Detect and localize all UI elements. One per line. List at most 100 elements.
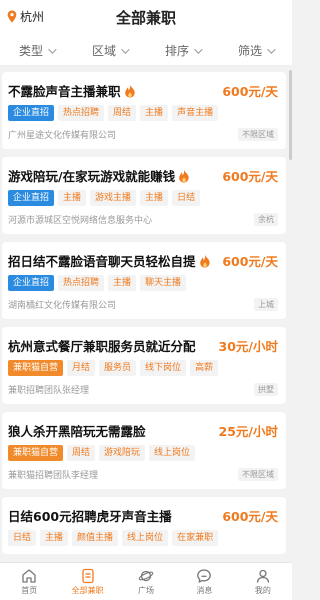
job-footer: 兼职猫招聘团队李经理 不限区域 [8, 467, 278, 481]
top-header: 杭州 全部兼职 [0, 0, 292, 36]
job-tag: 主播 [140, 190, 169, 206]
job-pay: 25元/小时 [218, 424, 278, 439]
job-tag: 兼职猫自营 [8, 445, 64, 461]
job-tag: 声音主播 [172, 105, 219, 121]
chevron-down-icon [267, 44, 276, 54]
job-tag: 主播 [108, 275, 137, 291]
job-card[interactable]: 游戏陪玩/在家玩游戏就能赚钱 600元/天 企业直招 主播 游戏主播 主播 日结 河源市源城区… [2, 157, 286, 234]
area-badge: 余杭 [254, 212, 278, 226]
job-tag: 兼职猫自营 [8, 360, 64, 376]
tab-label: 全部兼职 [71, 585, 104, 595]
bottom-tab-bar: 首页 全部兼职 广场 消息 我的 [0, 562, 292, 600]
job-title: 不露脸声音主播兼职 [8, 83, 121, 99]
filter-more[interactable]: 筛选 [219, 36, 292, 65]
filter-sort[interactable]: 排序 [146, 36, 219, 65]
home-icon [21, 568, 37, 584]
chat-icon [196, 568, 212, 584]
area-badge: 不限区域 [238, 467, 278, 481]
job-tags: 企业直招 热点招聘 周结 主播 声音主播 [8, 105, 278, 121]
tab-user[interactable]: 我的 [234, 563, 292, 600]
job-tag: 聊天主播 [140, 275, 187, 291]
document-icon [80, 568, 96, 584]
filter-label: 区域 [91, 44, 116, 58]
area-badge: 拱墅 [254, 382, 278, 396]
page-title: 全部兼职 [115, 9, 176, 27]
company-name: 河源市源城区空悦网络信息服务中心 [8, 215, 153, 226]
area-badge: 不限区域 [238, 127, 278, 141]
job-card[interactable]: 狼人杀开黑陪玩无需露脸 25元/小时兼职猫自营 周结 游戏陪玩 线上岗位兼职猫招聘团队李… [2, 412, 286, 489]
job-tag: 主播 [40, 530, 69, 546]
tab-chat[interactable]: 消息 [175, 563, 233, 600]
job-pay: 600元/天 [222, 254, 278, 269]
tab-label: 广场 [138, 585, 155, 595]
job-tag: 企业直招 [8, 275, 55, 291]
job-tags: 企业直招 主播 游戏主播 主播 日结 [8, 190, 278, 206]
job-tag: 主播 [140, 105, 169, 121]
tab-planet[interactable]: 广场 [117, 563, 175, 600]
job-tags: 日结 主播 颜值主播 线上岗位 在家兼职 [8, 530, 278, 546]
job-pay: 600元/天 [222, 509, 278, 524]
job-pay: 30元/小时 [218, 339, 278, 354]
job-tag: 游戏陪玩 [99, 445, 146, 461]
chevron-down-icon [121, 44, 130, 54]
company-name: 湖南橘红文化传媒有限公司 [8, 300, 117, 311]
chevron-down-icon [48, 44, 57, 54]
job-tag: 月结 [67, 360, 96, 376]
job-tag: 颜值主播 [72, 530, 119, 546]
job-tag: 线上岗位 [149, 445, 196, 461]
job-title: 杭州意式餐厅兼职服务员就近分配 [8, 338, 196, 354]
job-tag: 周结 [108, 105, 137, 121]
job-pay: 600元/天 [222, 84, 278, 99]
job-pay: 600元/天 [222, 169, 278, 184]
fire-icon [124, 83, 136, 98]
company-name: 广州星途文化传媒有限公司 [8, 130, 117, 141]
job-tag: 游戏主播 [90, 190, 137, 206]
job-tag: 服务员 [99, 360, 137, 376]
tab-document[interactable]: 全部兼职 [58, 563, 116, 600]
job-footer: 兼职招聘团队张经理 拱墅 [8, 382, 278, 396]
tab-label: 消息 [196, 585, 213, 595]
tab-label: 我的 [254, 585, 271, 595]
filter-bar: 类型 区域 排序 筛选 [0, 36, 292, 66]
job-tag: 线上岗位 [122, 530, 169, 546]
job-card[interactable]: 不露脸声音主播兼职 600元/天 企业直招 热点招聘 周结 主播 声音主播 广州星途文化传媒有… [2, 72, 286, 149]
fire-icon [199, 253, 211, 268]
job-title: 日结600元招聘虎牙声音主播 [8, 508, 172, 524]
filter-area[interactable]: 区域 [73, 36, 146, 65]
job-tag: 热点招聘 [58, 275, 105, 291]
app-screen: 杭州 全部兼职 类型 区域 排序 筛选 不露脸声音主播兼职 600元/天 企业直招热… [0, 0, 292, 600]
job-tag: 企业直招 [8, 105, 55, 121]
chevron-down-icon [194, 44, 203, 54]
filter-label: 筛选 [237, 44, 262, 58]
job-title: 游戏陪玩/在家玩游戏就能赚钱 [8, 168, 176, 184]
filter-type[interactable]: 类型 [0, 36, 73, 65]
fire-icon [178, 168, 190, 183]
job-tag: 热点招聘 [58, 105, 105, 121]
tab-label: 首页 [21, 585, 38, 595]
filter-label: 类型 [18, 44, 43, 58]
job-title: 招日结不露脸语音聊天员轻松自提 [8, 253, 196, 269]
job-footer: 湖南橘红文化传媒有限公司 上城 [8, 297, 278, 311]
job-list: 不露脸声音主播兼职 600元/天 企业直招 热点招聘 周结 主播 声音主播 广州星途文化传媒有… [0, 72, 292, 562]
job-tag: 在家兼职 [172, 530, 219, 546]
job-tag: 周结 [67, 445, 96, 461]
filter-label: 排序 [164, 44, 189, 58]
user-icon [255, 568, 271, 584]
job-card[interactable]: 招日结不露脸语音聊天员轻松自提 600元/天企业直招 热点招聘 主播 聊天主播湖南橘红文… [2, 242, 286, 319]
job-tag: 企业直招 [8, 190, 55, 206]
company-name: 兼职招聘团队张经理 [8, 385, 90, 396]
job-card[interactable]: 杭州意式餐厅兼职服务员就近分配 30元/小时 兼职猫自营 月结 服务员 线下岗位 高薪 兼职招… [2, 327, 286, 404]
job-footer: 广州星途文化传媒有限公司 不限区域 [8, 127, 278, 141]
job-title: 狼人杀开黑陪玩无需露脸 [8, 423, 146, 439]
job-card[interactable]: 日结600元招聘虎牙声音主播 600元/天 日结 主播 颜值主播 线上岗位 在家兼职 [2, 497, 286, 554]
company-name: 兼职猫招聘团队李经理 [8, 470, 99, 481]
job-tag: 主播 [58, 190, 87, 206]
planet-icon [138, 568, 154, 584]
scrollbar[interactable] [289, 70, 292, 160]
job-footer: 河源市源城区空悦网络信息服务中心 余杭 [8, 212, 278, 226]
job-tag: 日结 [172, 190, 201, 206]
area-badge: 上城 [254, 297, 278, 311]
job-tag: 线下岗位 [140, 360, 187, 376]
job-tags: 兼职猫自营 月结 服务员 线下岗位 高薪 [8, 360, 278, 376]
tab-home[interactable]: 首页 [0, 563, 58, 600]
